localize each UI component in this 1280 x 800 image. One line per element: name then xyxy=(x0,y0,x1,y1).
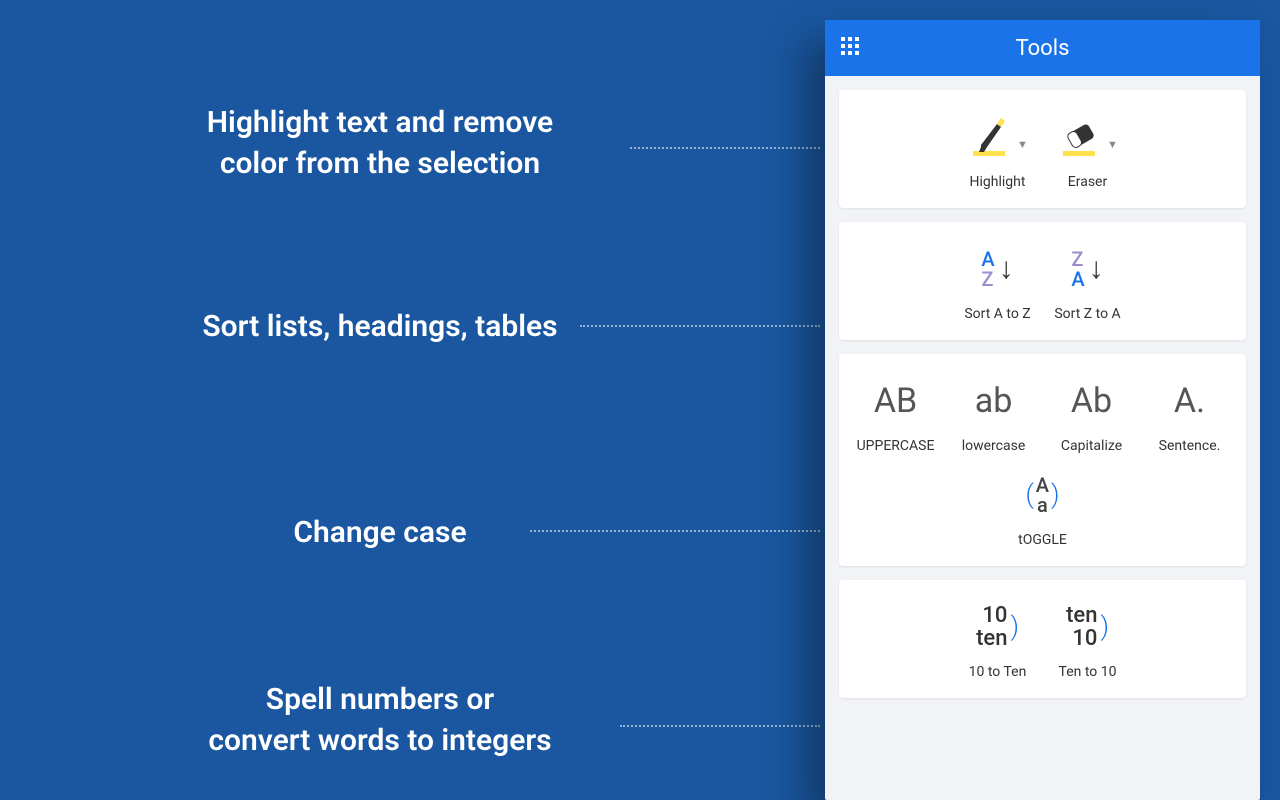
uppercase-icon: AB xyxy=(874,384,917,418)
apps-grid-icon[interactable] xyxy=(841,37,863,59)
panel-header: Tools xyxy=(825,20,1260,76)
uppercase-button[interactable]: AB UPPERCASE xyxy=(847,370,945,458)
glyph-line: ten xyxy=(976,627,1007,650)
desc-numbers: Spell numbers or convert words to intege… xyxy=(100,680,660,761)
tool-label: Highlight xyxy=(970,174,1026,190)
glyph-letter: A xyxy=(981,249,994,269)
toggle-case-button[interactable]: ( A a ) tOGGLE xyxy=(998,464,1088,552)
glyph-line: ten xyxy=(1066,604,1097,627)
tool-label: Sort A to Z xyxy=(964,306,1030,322)
connector-line xyxy=(630,147,820,149)
card-numbers: 10 ten ) 10 to Ten ten 10 xyxy=(839,580,1246,698)
arrow-down-icon: ↓ xyxy=(999,254,1014,284)
paren-right-icon: ) xyxy=(1010,612,1018,642)
chevron-down-icon: ▼ xyxy=(1107,138,1118,151)
feature-descriptions: Highlight text and remove color from the… xyxy=(0,0,820,800)
desc-line: Sort lists, headings, tables xyxy=(202,309,557,344)
lowercase-button[interactable]: ab lowercase xyxy=(945,370,1043,458)
sort-za-icon: Z A ↓ xyxy=(1071,249,1103,289)
tool-label: 10 to Ten xyxy=(969,664,1027,680)
tool-label: Eraser xyxy=(1068,174,1107,190)
eraser-icon xyxy=(1057,115,1101,159)
number-to-word-icon: 10 ten ) xyxy=(976,604,1019,650)
connector-line xyxy=(580,325,820,327)
word-to-number-button[interactable]: ten 10 ) Ten to 10 xyxy=(1043,596,1133,684)
desc-line: convert words to integers xyxy=(208,723,551,758)
tools-panel: Tools xyxy=(825,20,1260,800)
tool-label: Capitalize xyxy=(1061,438,1122,454)
tool-label: tOGGLE xyxy=(1018,532,1067,548)
card-highlight-eraser: ▼ Highlight xyxy=(839,90,1246,208)
paren-left-icon: ( xyxy=(1025,480,1033,510)
tool-label: lowercase xyxy=(962,438,1026,454)
glyph-letter: Z xyxy=(1071,249,1084,269)
sort-az-button[interactable]: A Z ↓ Sort A to Z xyxy=(953,238,1043,326)
capitalize-icon: Ab xyxy=(1071,384,1112,418)
highlighter-icon xyxy=(967,115,1011,159)
chevron-down-icon: ▼ xyxy=(1017,138,1028,151)
desc-line: color from the selection xyxy=(220,146,540,181)
highlight-button[interactable]: ▼ Highlight xyxy=(953,106,1043,194)
lowercase-icon: ab xyxy=(975,384,1013,418)
tool-label: Ten to 10 xyxy=(1059,664,1117,680)
sentence-case-button[interactable]: A. Sentence. xyxy=(1141,370,1239,458)
desc-case: Change case xyxy=(100,513,660,554)
tool-label: Sort Z to A xyxy=(1054,306,1120,322)
capitalize-button[interactable]: Ab Capitalize xyxy=(1043,370,1141,458)
connector-line xyxy=(620,725,820,727)
glyph-letter: Z xyxy=(981,269,994,289)
card-sort: A Z ↓ Sort A to Z Z A xyxy=(839,222,1246,340)
arrow-down-icon: ↓ xyxy=(1089,254,1104,284)
card-case: AB UPPERCASE ab lowercase Ab Capitalize … xyxy=(839,354,1246,566)
glyph-line: 10 xyxy=(976,604,1007,627)
paren-right-icon: ) xyxy=(1051,480,1059,510)
toggle-case-icon: ( A a ) xyxy=(1025,475,1059,515)
desc-sort: Sort lists, headings, tables xyxy=(100,307,660,348)
glyph-line: 10 xyxy=(1066,627,1097,650)
number-to-word-button[interactable]: 10 ten ) 10 to Ten xyxy=(953,596,1043,684)
connector-line xyxy=(530,530,820,532)
sentence-icon: A. xyxy=(1174,384,1205,418)
word-to-number-icon: ten 10 ) xyxy=(1066,604,1109,650)
desc-line: Change case xyxy=(293,515,466,550)
glyph-letter: a xyxy=(1037,495,1048,515)
eraser-button[interactable]: ▼ Eraser xyxy=(1043,106,1133,194)
sort-za-button[interactable]: Z A ↓ Sort Z to A xyxy=(1043,238,1133,326)
glyph-letter: A xyxy=(1071,269,1084,289)
panel-title: Tools xyxy=(881,36,1204,61)
glyph-letter: A xyxy=(1036,475,1049,495)
desc-line: Highlight text and remove xyxy=(207,105,553,140)
desc-highlight: Highlight text and remove color from the… xyxy=(100,103,660,184)
paren-right-icon: ) xyxy=(1100,612,1108,642)
tool-label: UPPERCASE xyxy=(857,438,935,454)
tool-label: Sentence. xyxy=(1159,438,1221,454)
desc-line: Spell numbers or xyxy=(266,682,494,717)
panel-body: ▼ Highlight xyxy=(825,76,1260,712)
sort-az-icon: A Z ↓ xyxy=(981,249,1013,289)
